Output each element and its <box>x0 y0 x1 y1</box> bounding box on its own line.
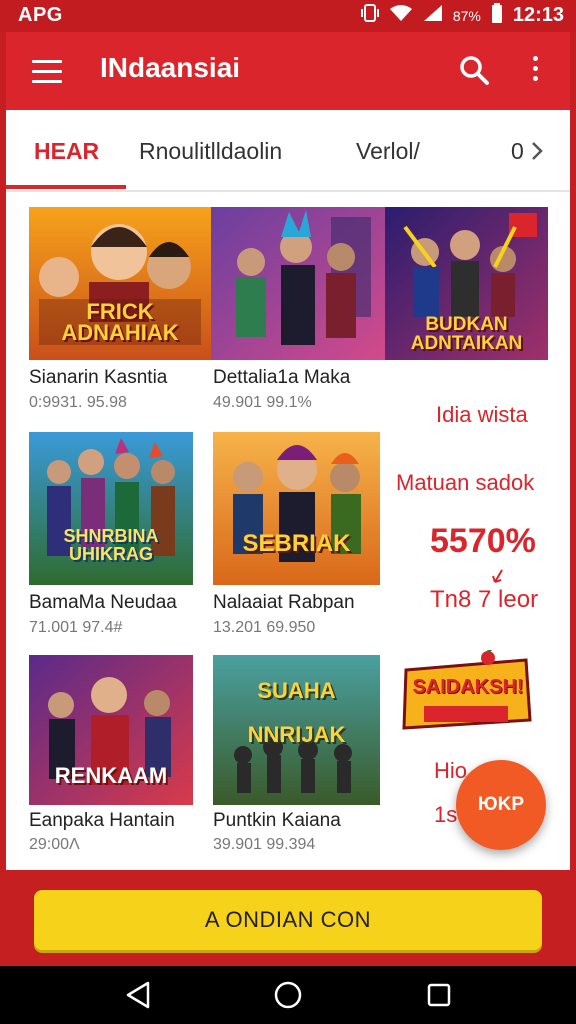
game-title: Dettalia1a Maka <box>213 367 351 388</box>
thumbnail-banner: RENKAAM <box>54 763 168 788</box>
game-title: Sianarin Kasntia <box>29 367 168 388</box>
thumbnail-banner: SEBRIAK <box>242 530 351 557</box>
game-card-4[interactable]: SHNRBINA UHIKRAG BamaMa Neudaa 71.001 97… <box>29 432 193 642</box>
game-title: BamaMa Neudaa <box>29 592 177 613</box>
recents-icon[interactable] <box>424 980 454 1010</box>
status-bar: APG 87% 12:13 <box>0 0 576 32</box>
tab-fourth[interactable]: 0 <box>511 138 544 165</box>
game-card-7[interactable]: SUAHA NNRIJAK Puntkin Kaiana 39.901 99.3… <box>213 655 380 860</box>
game-thumbnail <box>211 207 385 360</box>
battery-percent: 87% <box>452 7 481 24</box>
game-thumbnail: SHNRBINA UHIKRAG <box>29 432 193 585</box>
side-small-value: 1s <box>434 802 458 827</box>
game-stats: 13.201 69.950 <box>213 619 316 636</box>
system-nav-bar <box>0 966 576 1024</box>
status-carrier: APG <box>18 4 63 26</box>
game-card-5[interactable]: SEBRIAK Nalaaiat Rabpan 13.201 69.950 <box>213 432 380 642</box>
game-card-3[interactable]: BUDKAN ADNTAIKAN <box>385 207 548 360</box>
game-stats: 39.901 99.394 <box>213 836 316 853</box>
thumbnail-banner: SHNRBINA UHIKRAG <box>63 526 159 564</box>
floating-action-button[interactable]: ЮKP <box>456 760 546 850</box>
game-thumbnail: BUDKAN ADNTAIKAN <box>385 207 548 360</box>
tab-fourth-label: 0 <box>511 138 524 164</box>
promo-logo[interactable]: SAIDAKSH! <box>396 644 536 740</box>
thumbnail-banner: SUAHA NNRIJAK <box>247 678 346 747</box>
game-stats: 29:00Λ <box>29 836 80 853</box>
thumbnail-banner: BUDKAN ADNTAIKAN <box>410 314 523 354</box>
game-thumbnail: SUAHA NNRIJAK <box>213 655 380 805</box>
wifi-icon <box>389 4 413 27</box>
signal-icon <box>423 4 443 27</box>
status-icons: 87% 12:13 <box>360 3 564 28</box>
side-heading: Idia wista <box>436 402 528 427</box>
hamburger-menu-icon[interactable] <box>32 60 62 83</box>
game-stats: 0:9931. 95.98 <box>29 394 127 411</box>
side-subheading: Matuan sadok <box>396 470 535 495</box>
vibrate-icon <box>360 3 379 28</box>
game-card-2[interactable]: Dettalia1a Maka 49.901 99.1% <box>211 207 385 417</box>
back-icon[interactable] <box>124 980 154 1010</box>
search-icon[interactable] <box>458 54 490 86</box>
tab-third[interactable]: Verlol/ <box>356 138 420 165</box>
home-icon[interactable] <box>273 980 303 1010</box>
main-content: HEAR Rnoulitlldaolin Verlol/ 0 FRICK ADN… <box>6 110 570 870</box>
battery-icon <box>491 3 503 28</box>
app-bar: INdaansiai <box>6 32 570 110</box>
game-title: Nalaaiat Rabpan <box>213 592 355 613</box>
tab-bar: HEAR Rnoulitlldaolin Verlol/ 0 <box>6 110 570 192</box>
app-title: INdaansiai <box>100 52 241 83</box>
side-note: Tn8 7 leor <box>430 586 539 613</box>
more-vert-icon[interactable] <box>529 56 541 86</box>
game-thumbnail: SEBRIAK <box>213 432 380 585</box>
thumbnail-banner: FRICK ADNAHIAK <box>61 299 179 345</box>
tab-second[interactable]: Rnoulitlldaolin <box>139 138 282 165</box>
game-card-6[interactable]: RENKAAM Eanpaka Hantain 29:00Λ <box>29 655 193 860</box>
tab-hear[interactable]: HEAR <box>34 138 99 165</box>
side-percent: 5570% <box>430 522 536 560</box>
chevron-right-icon <box>532 142 543 160</box>
game-thumbnail: RENKAAM <box>29 655 193 805</box>
status-time: 12:13 <box>512 4 564 26</box>
tab-indicator <box>6 185 126 189</box>
cta-button[interactable]: A ONDIAN CON <box>34 890 542 950</box>
promo-logo-text: SAIDAKSH! <box>412 676 524 698</box>
game-stats: 49.901 99.1% <box>213 394 312 411</box>
game-title: Puntkin Kaiana <box>213 810 341 831</box>
game-title: Eanpaka Hantain <box>29 810 175 831</box>
game-card-1[interactable]: FRICK ADNAHIAK Sianarin Kasntia 0:9931. … <box>29 207 211 417</box>
game-thumbnail: FRICK ADNAHIAK <box>29 207 211 360</box>
game-stats: 71.001 97.4# <box>29 619 123 636</box>
